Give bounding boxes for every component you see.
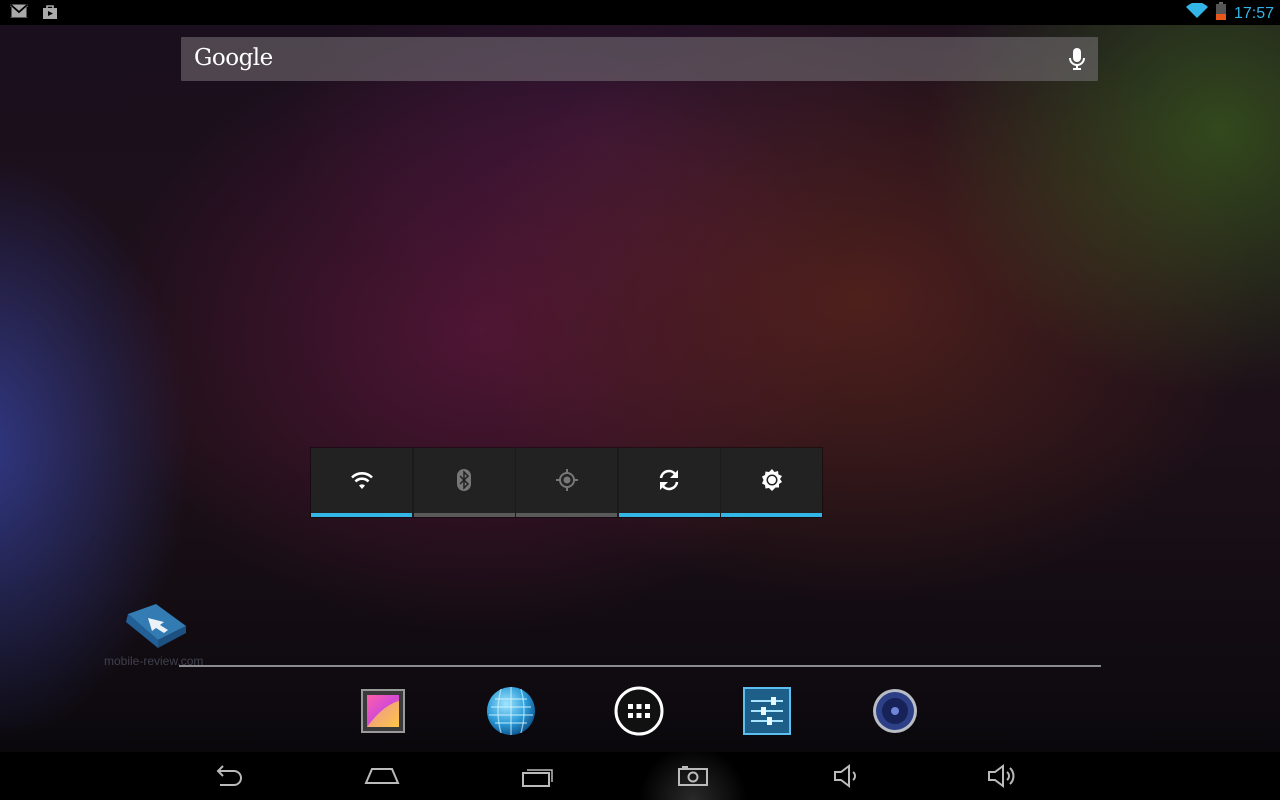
status-clock: 17:57	[1233, 4, 1274, 22]
wifi-icon	[349, 470, 375, 495]
status-bar[interactable]: 17:57	[0, 0, 1280, 25]
gps-icon	[555, 469, 578, 496]
play-store-bag-icon	[42, 4, 58, 25]
sync-icon	[657, 468, 681, 497]
google-search-bar[interactable]: Google	[181, 37, 1098, 81]
back-icon[interactable]	[187, 752, 267, 800]
wifi-toggle[interactable]	[311, 448, 412, 517]
sync-toggle[interactable]	[618, 448, 720, 517]
volume-down-icon[interactable]	[808, 752, 888, 800]
bluetooth-toggle[interactable]	[413, 448, 515, 517]
gps-state-indicator	[516, 513, 617, 517]
screenshot-icon[interactable]	[653, 752, 733, 800]
wifi-state-indicator	[311, 513, 412, 517]
browser-globe-icon[interactable]	[481, 680, 541, 742]
brightness-icon	[760, 468, 784, 497]
gps-toggle[interactable]	[516, 448, 617, 517]
microphone-icon[interactable]	[1068, 47, 1086, 76]
google-logo[interactable]: Google	[194, 45, 273, 71]
volume-up-icon[interactable]	[963, 752, 1043, 800]
dock-divider	[179, 665, 1101, 667]
recent-apps-icon[interactable]	[498, 752, 578, 800]
battery-low-icon	[1215, 2, 1226, 25]
power-control-widget	[311, 448, 822, 517]
wifi-signal-icon	[1185, 2, 1208, 24]
watermark-logo	[120, 600, 190, 657]
brightness-toggle[interactable]	[721, 448, 822, 517]
gallery-app-icon[interactable]	[353, 680, 413, 742]
all-apps-icon[interactable]	[609, 680, 669, 742]
bluetooth-icon	[456, 469, 472, 496]
music-app-icon[interactable]	[865, 680, 925, 742]
sync-state-indicator	[618, 513, 720, 517]
favorites-dock	[0, 680, 1280, 742]
brightness-state-indicator	[721, 513, 822, 517]
bluetooth-state-indicator	[413, 513, 515, 517]
settings-app-icon[interactable]	[737, 680, 797, 742]
home-icon[interactable]	[342, 752, 422, 800]
gmail-icon	[10, 4, 28, 25]
